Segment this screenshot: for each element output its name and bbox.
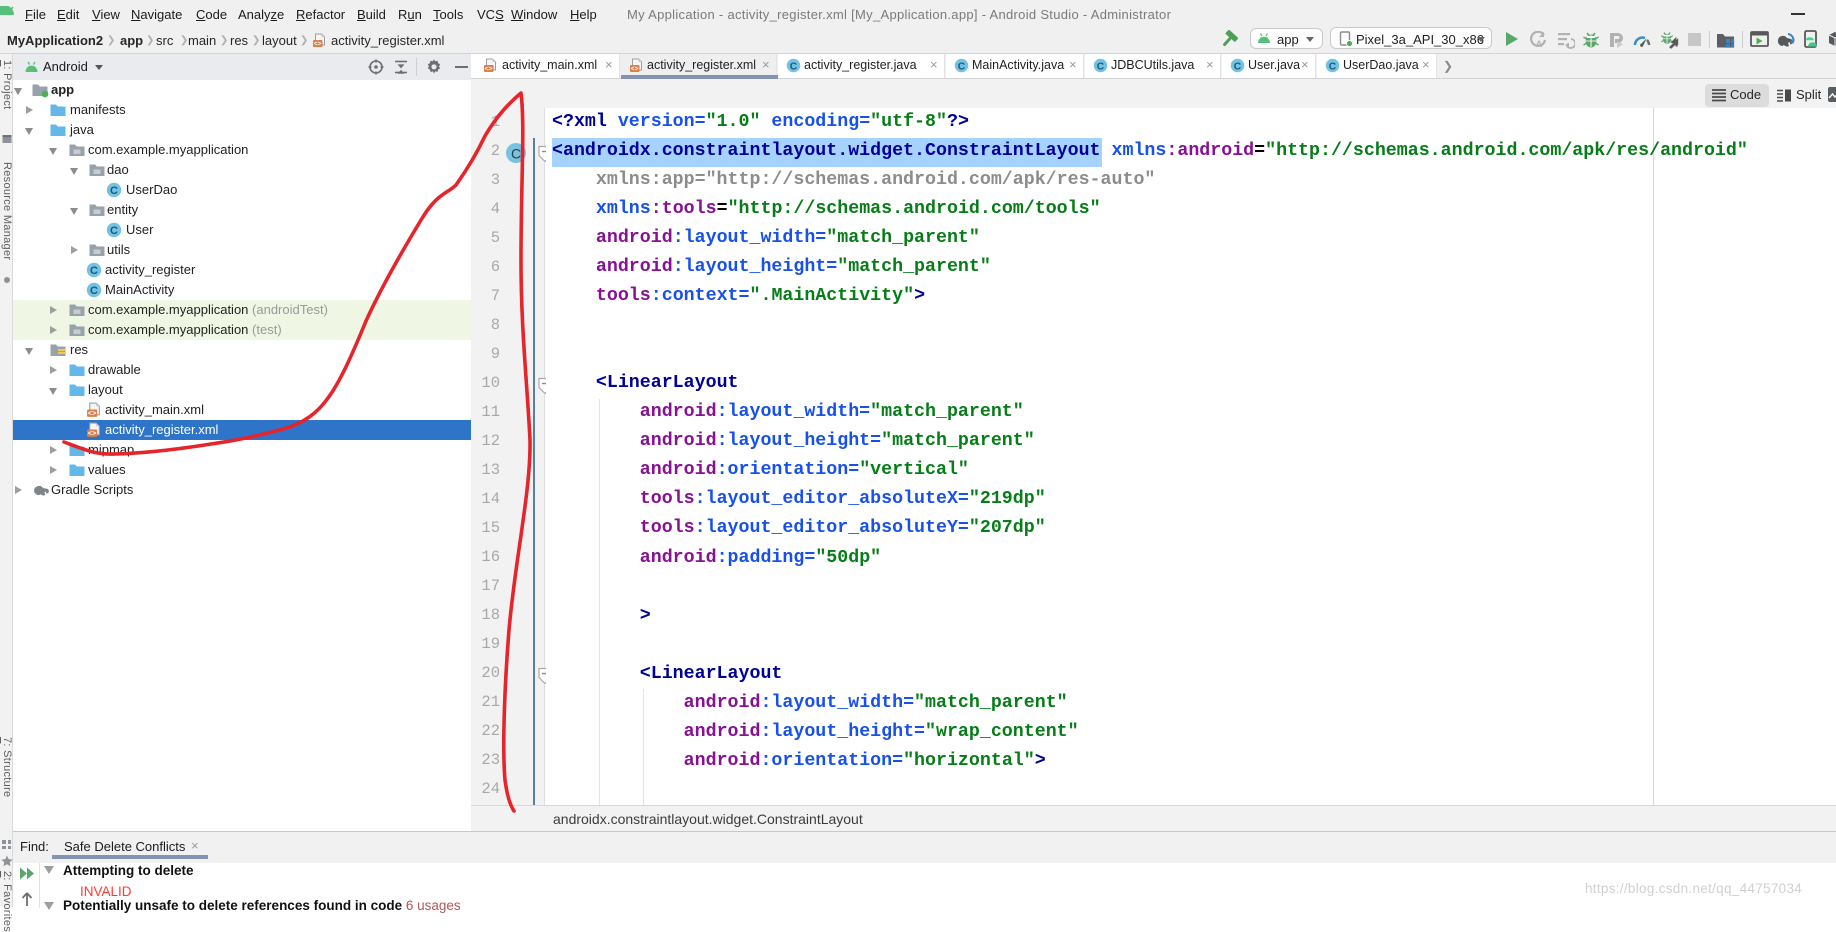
svg-text:<>: <> (314, 41, 322, 48)
svg-text:<>: <> (88, 430, 96, 438)
svg-text:C: C (1097, 61, 1105, 72)
svg-text:C: C (110, 225, 118, 237)
svg-text:C: C (1329, 61, 1337, 72)
svg-text:C: C (958, 61, 966, 72)
svg-text:<>: <> (88, 410, 96, 418)
svg-text:C: C (790, 61, 798, 72)
svg-text:<>: <> (485, 66, 493, 73)
svg-text:C: C (90, 265, 98, 277)
svg-text:C: C (1234, 61, 1242, 72)
svg-text:A: A (1536, 39, 1543, 49)
svg-text:C: C (110, 185, 118, 197)
svg-text:C: C (90, 285, 98, 297)
svg-text:<>: <> (631, 66, 639, 73)
svg-text:C: C (511, 146, 521, 162)
